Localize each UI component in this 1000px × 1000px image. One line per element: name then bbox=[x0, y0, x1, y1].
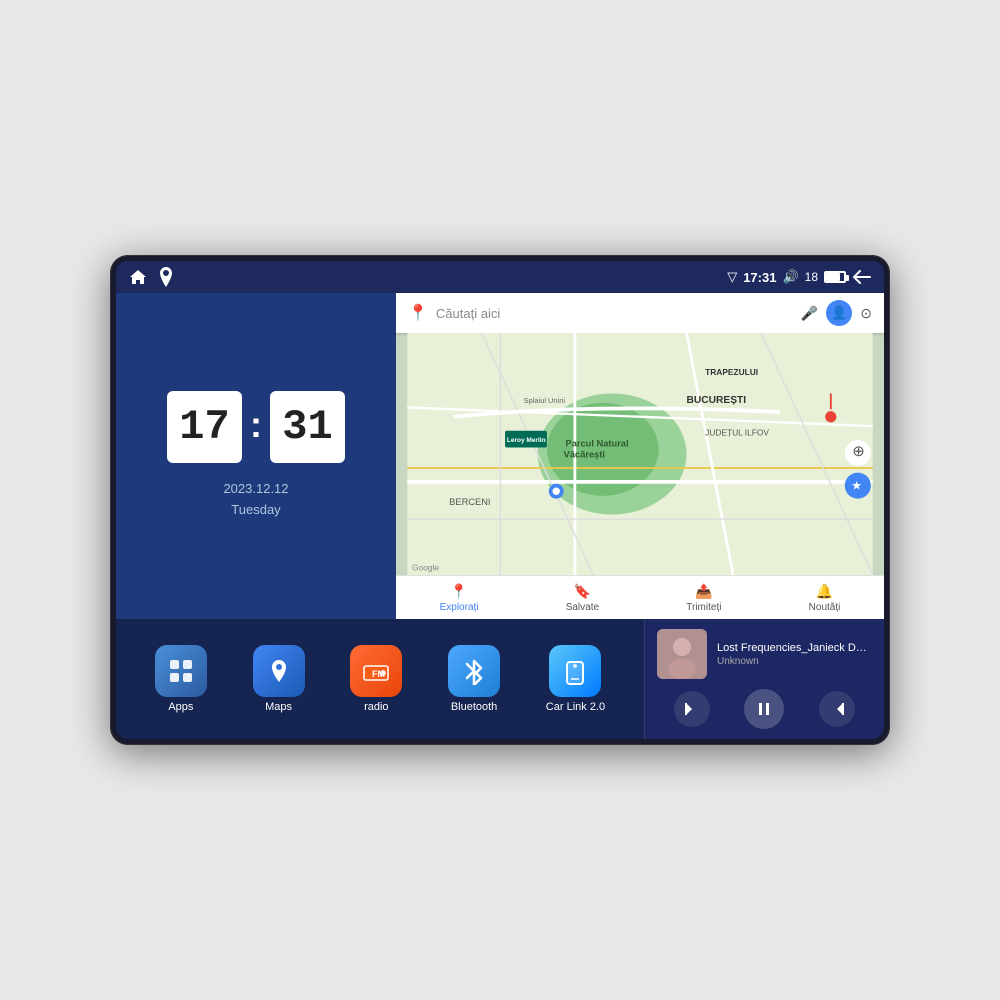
svg-text:BUCUREȘTI: BUCUREȘTI bbox=[687, 395, 747, 406]
clock-hour: 17 bbox=[167, 391, 242, 463]
clock-panel: 17 : 31 2023.12.12 Tuesday bbox=[116, 293, 396, 619]
user-avatar[interactable]: 👤 bbox=[826, 300, 852, 326]
svg-text:⊕: ⊕ bbox=[852, 444, 864, 460]
microphone-icon[interactable]: 🎤 bbox=[801, 305, 818, 322]
media-top: Lost Frequencies_Janieck Devy-... Unknow… bbox=[657, 629, 872, 679]
bottom-section: Apps Maps bbox=[116, 619, 884, 739]
radio-label: radio bbox=[364, 701, 388, 713]
map-search-input[interactable]: Căutați aici bbox=[436, 306, 793, 321]
status-left bbox=[128, 267, 176, 287]
apps-icon bbox=[155, 645, 207, 697]
maps-label: Maps bbox=[265, 701, 292, 713]
home-icon[interactable] bbox=[128, 267, 148, 287]
media-controls bbox=[657, 689, 872, 729]
bluetooth-icon bbox=[448, 645, 500, 697]
media-info: Lost Frequencies_Janieck Devy-... Unknow… bbox=[717, 642, 872, 667]
media-album-art bbox=[657, 629, 707, 679]
map-tab-send[interactable]: 📤 Trimiteți bbox=[686, 583, 721, 613]
top-section: 17 : 31 2023.12.12 Tuesday 📍 Căutați aic… bbox=[116, 293, 884, 619]
google-maps-pin-icon: 📍 bbox=[408, 303, 428, 323]
map-tab-saved[interactable]: 🔖 Salvate bbox=[566, 583, 599, 613]
svg-text:Văcărești: Văcărești bbox=[564, 450, 605, 460]
clock-date: 2023.12.12 Tuesday bbox=[223, 479, 288, 521]
svg-text:Leroy Merlin: Leroy Merlin bbox=[507, 437, 546, 444]
map-more-icon[interactable]: ⊙ bbox=[860, 305, 872, 322]
svg-text:★: ★ bbox=[851, 478, 862, 492]
app-item-maps[interactable]: Maps bbox=[253, 645, 305, 713]
status-bar: ▽ 17:31 🔊 18 bbox=[116, 261, 884, 293]
media-title: Lost Frequencies_Janieck Devy-... bbox=[717, 642, 872, 654]
apps-label: Apps bbox=[168, 701, 193, 713]
map-panel[interactable]: 📍 Căutați aici 🎤 👤 ⊙ bbox=[396, 293, 884, 619]
svg-text:Parcul Natural: Parcul Natural bbox=[566, 439, 629, 449]
send-icon: 📤 bbox=[695, 583, 712, 600]
app-item-carlink[interactable]: Car Link 2.0 bbox=[546, 645, 605, 713]
navigation-icon[interactable] bbox=[156, 267, 176, 287]
app-item-bluetooth[interactable]: Bluetooth bbox=[448, 645, 500, 713]
bluetooth-label: Bluetooth bbox=[451, 701, 497, 713]
explore-icon: 📍 bbox=[450, 583, 467, 600]
signal-display: 18 bbox=[805, 270, 818, 284]
radio-icon: FM bbox=[350, 645, 402, 697]
news-icon: 🔔 bbox=[816, 583, 833, 600]
carlink-icon bbox=[549, 645, 601, 697]
map-svg: Parcul Natural Văcărești BUCUREȘTI JUDEȚ… bbox=[396, 333, 884, 575]
map-tab-explore[interactable]: 📍 Explorați bbox=[440, 583, 479, 613]
map-tab-news[interactable]: 🔔 Noutăți bbox=[809, 583, 841, 613]
map-search-icons: 🎤 👤 ⊙ bbox=[801, 300, 872, 326]
device-screen: ▽ 17:31 🔊 18 bbox=[116, 261, 884, 739]
svg-text:BERCENI: BERCENI bbox=[449, 497, 490, 507]
volume-icon: 🔊 bbox=[782, 269, 798, 285]
carlink-label: Car Link 2.0 bbox=[546, 701, 605, 713]
play-pause-button[interactable] bbox=[744, 689, 784, 729]
main-content: 17 : 31 2023.12.12 Tuesday 📍 Căutați aic… bbox=[116, 293, 884, 739]
clock-display: 17 : 31 bbox=[167, 391, 345, 463]
map-search-bar[interactable]: 📍 Căutați aici 🎤 👤 ⊙ bbox=[396, 293, 884, 333]
previous-button[interactable] bbox=[674, 691, 710, 727]
back-icon[interactable] bbox=[852, 267, 872, 287]
gps-icon: ▽ bbox=[727, 269, 737, 285]
map-content[interactable]: Parcul Natural Văcărești BUCUREȘTI JUDEȚ… bbox=[396, 333, 884, 575]
svg-text:Splaiul Unirii: Splaiul Unirii bbox=[524, 396, 566, 405]
saved-icon: 🔖 bbox=[574, 583, 591, 600]
car-infotainment-device: ▽ 17:31 🔊 18 bbox=[110, 255, 890, 745]
svg-text:TRAPEZULUI: TRAPEZULUI bbox=[705, 367, 758, 377]
status-right: ▽ 17:31 🔊 18 bbox=[727, 267, 872, 287]
map-bottom-bar: 📍 Explorați 🔖 Salvate 📤 Trimiteți � bbox=[396, 575, 884, 619]
maps-icon bbox=[253, 645, 305, 697]
media-player: Lost Frequencies_Janieck Devy-... Unknow… bbox=[644, 619, 884, 739]
svg-text:JUDEȚUL ILFOV: JUDEȚUL ILFOV bbox=[705, 427, 769, 437]
battery-icon bbox=[824, 271, 846, 283]
app-item-apps[interactable]: Apps bbox=[155, 645, 207, 713]
app-item-radio[interactable]: FM radio bbox=[350, 645, 402, 713]
clock-minute: 31 bbox=[270, 391, 345, 463]
next-button[interactable] bbox=[819, 691, 855, 727]
svg-text:Google: Google bbox=[412, 562, 439, 572]
clock-colon: : bbox=[250, 404, 262, 446]
apps-row: Apps Maps bbox=[116, 619, 644, 739]
time-display: 17:31 bbox=[743, 270, 776, 285]
media-artist: Unknown bbox=[717, 656, 872, 667]
